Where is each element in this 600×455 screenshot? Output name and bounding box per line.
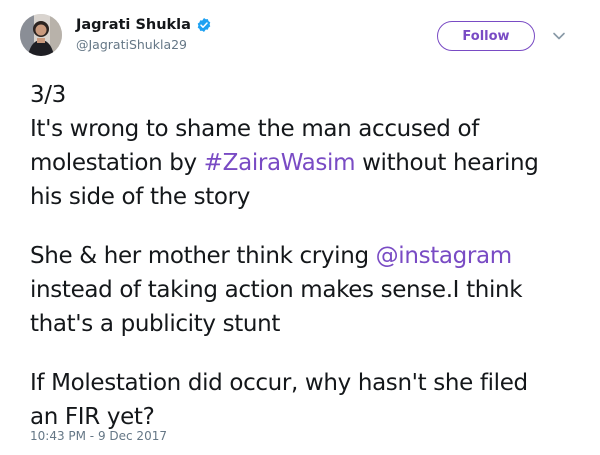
user-handle[interactable]: @JagratiShukla29 [76,37,212,52]
tweet-text: 3/3 It's wrong to shame the man accused … [30,78,590,434]
tweet-line: molestation by #ZairaWasim without heari… [30,146,590,180]
tweet-text-fragment: She & her mother think crying [30,243,376,269]
name-block: Jagrati Shukla @JagratiShukla29 [76,14,212,52]
tweet-line: It's wrong to shame the man accused of [30,116,479,142]
tweet-line: that's a publicity stunt [30,311,281,337]
chevron-down-icon[interactable] [552,30,566,42]
verified-badge-icon [197,18,211,32]
tweet-text-fragment: without hearing [355,150,539,176]
tweet-timestamp[interactable]: 10:43 PM - 9 Dec 2017 [30,429,167,443]
tweet-header: Jagrati Shukla @JagratiShukla29 Follow [20,10,580,58]
tweet-text-fragment: molestation by [30,150,204,176]
hashtag-link[interactable]: #ZairaWasim [204,150,356,176]
tweet-card: Jagrati Shukla @JagratiShukla29 Follow 3… [0,0,600,455]
display-name[interactable]: Jagrati Shukla [76,17,191,33]
tweet-line: She & her mother think crying @instagram [30,239,590,273]
tweet-line: If Molestation did occur, why hasn't she… [30,370,528,396]
avatar-image [20,14,62,56]
avatar[interactable] [20,14,62,56]
display-name-row: Jagrati Shukla [76,14,212,36]
tweet-line: 3/3 [30,82,66,108]
mention-link[interactable]: @instagram [376,243,512,269]
tweet-line: his side of the story [30,184,251,210]
tweet-line: instead of taking action makes sense.I t… [30,277,523,303]
follow-button[interactable]: Follow [437,21,535,51]
